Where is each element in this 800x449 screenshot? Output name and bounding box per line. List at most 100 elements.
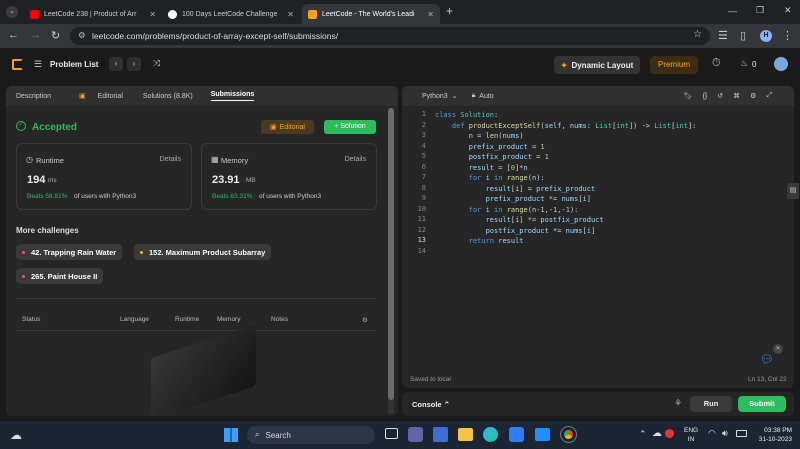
extensions-icon[interactable]: ☰ bbox=[718, 29, 728, 42]
challenge-chip[interactable]: 42. Trapping Rain Water bbox=[16, 244, 123, 260]
chevron-down-icon[interactable]: ⌄ bbox=[452, 92, 458, 100]
taskbar-search[interactable]: ⌕ Search bbox=[247, 426, 375, 444]
edge-icon[interactable] bbox=[483, 427, 498, 442]
minimize-icon[interactable]: — bbox=[728, 6, 737, 16]
chevron-up-icon: ⌃ bbox=[443, 400, 450, 409]
clock-date: 31-10-2023 bbox=[758, 436, 792, 443]
challenge-label: 152. Maximum Product Subarray bbox=[149, 247, 266, 257]
tab-title: 100 Days LeetCode Challenge bbox=[182, 10, 278, 18]
close-icon[interactable]: ✕ bbox=[287, 10, 294, 19]
console-toggle[interactable]: Console ⌃ bbox=[412, 400, 450, 409]
lang-bottom: IN bbox=[687, 436, 695, 443]
url-field[interactable]: ⚙ leetcode.com/problems/product-of-array… bbox=[70, 27, 710, 45]
line-number: 3 bbox=[421, 131, 426, 139]
start-icon[interactable] bbox=[224, 428, 238, 442]
settings-icon[interactable]: ⚙ bbox=[750, 92, 756, 100]
memory-card[interactable]: ▦ Memory Details 23.91 MB Beats 63.31% o… bbox=[201, 143, 377, 210]
browser-tab-leetcode[interactable]: LeetCode - The World's Leadi ✕ bbox=[302, 4, 440, 24]
scrollbar-thumb[interactable] bbox=[388, 108, 394, 400]
browser-tab-youtube[interactable]: LeetCode 238 | Product of Arr ✕ bbox=[24, 4, 162, 24]
close-icon[interactable]: ✕ bbox=[149, 10, 156, 19]
tray-chevron-icon[interactable]: ⌃ bbox=[639, 429, 647, 440]
timer-icon[interactable]: ⏱ bbox=[712, 57, 721, 70]
problem-list-link[interactable]: Problem List bbox=[50, 60, 98, 69]
new-tab-button[interactable]: + bbox=[446, 4, 453, 18]
code-editor[interactable]: class Solution: def productExceptSelf(se… bbox=[435, 110, 696, 247]
close-chat-icon[interactable]: ✕ bbox=[773, 344, 783, 354]
notes-side-icon[interactable]: ▤ bbox=[787, 183, 799, 199]
tab-solutions[interactable]: Solutions (8.8K) bbox=[143, 93, 193, 100]
profile-avatar[interactable]: H bbox=[760, 30, 772, 42]
chrome-icon[interactable] bbox=[560, 426, 577, 443]
challenge-chip[interactable]: 265. Paint House II bbox=[16, 268, 104, 284]
tab-description[interactable]: Description bbox=[16, 93, 51, 100]
console-label: Console bbox=[412, 400, 442, 409]
reload-icon[interactable]: ↻ bbox=[51, 29, 60, 42]
runtime-card[interactable]: ◷ Runtime Details 194 ms Beats 58.81% of… bbox=[16, 143, 192, 210]
close-window-icon[interactable]: ✕ bbox=[784, 5, 792, 16]
bookmark-star-icon[interactable]: ☆ bbox=[693, 29, 702, 40]
editorial-button[interactable]: ▣ Editorial bbox=[261, 120, 314, 134]
battery-icon[interactable] bbox=[736, 430, 747, 437]
tab-submissions[interactable]: Submissions bbox=[210, 91, 255, 101]
book-icon: ▣ bbox=[270, 124, 277, 131]
leetcode-logo-icon[interactable] bbox=[12, 59, 23, 70]
menu-icon[interactable]: ⋮ bbox=[782, 29, 793, 42]
wifi-icon[interactable]: ◠ bbox=[708, 428, 716, 439]
side-panel-icon[interactable]: ▯ bbox=[740, 29, 746, 42]
scrollbar[interactable] bbox=[388, 108, 394, 414]
next-problem-button[interactable]: › bbox=[127, 57, 141, 71]
browser-tab-challenge[interactable]: 100 Days LeetCode Challenge ✕ bbox=[162, 4, 300, 24]
reset-icon[interactable]: ↺ bbox=[717, 92, 723, 100]
solution-button[interactable]: + Solution bbox=[324, 120, 376, 134]
runtime-beats-suffix: of users with Python3 bbox=[74, 193, 137, 200]
prev-problem-button[interactable]: ‹ bbox=[109, 57, 123, 71]
volume-icon[interactable]: 🔊︎ bbox=[722, 428, 728, 439]
site-info-icon[interactable]: ⚙ bbox=[78, 30, 86, 41]
folder-icon[interactable] bbox=[458, 428, 473, 441]
tray-app-icon[interactable] bbox=[665, 429, 674, 438]
memory-details-link[interactable]: Details bbox=[345, 156, 366, 163]
challenge-chip[interactable]: 152. Maximum Product Subarray bbox=[134, 244, 272, 260]
braces-icon[interactable]: {} bbox=[703, 93, 708, 100]
problem-tabs: Description ▣ Editorial Solutions (8.8K)… bbox=[6, 86, 398, 106]
col-language[interactable]: Language bbox=[120, 316, 149, 323]
explorer-icon[interactable] bbox=[433, 427, 448, 442]
settings-icon[interactable]: ⚙ bbox=[362, 316, 368, 324]
debug-icon[interactable]: ⚘ bbox=[674, 398, 682, 409]
teams-icon[interactable] bbox=[408, 427, 423, 442]
bookmark-icon[interactable]: 🔖︎ bbox=[684, 92, 693, 100]
dynamic-layout-button[interactable]: ✦ Dynamic Layout bbox=[554, 56, 640, 74]
submit-button[interactable]: Submit bbox=[738, 396, 786, 412]
taskview-icon[interactable] bbox=[385, 428, 398, 439]
challenge-label: 42. Trapping Rain Water bbox=[31, 247, 117, 257]
forward-icon[interactable]: → bbox=[30, 29, 41, 41]
clock-time: 03:38 PM bbox=[764, 427, 792, 434]
console-panel: Console ⌃ ⚘ Run Submit bbox=[402, 392, 794, 416]
back-icon[interactable]: ← bbox=[8, 29, 19, 41]
chat-icon[interactable]: 💬︎ bbox=[760, 353, 774, 366]
restore-icon[interactable]: ❐ bbox=[756, 5, 764, 16]
onedrive-icon[interactable]: ☁ bbox=[652, 428, 662, 439]
line-number: 13 bbox=[417, 236, 426, 244]
app-icon[interactable] bbox=[509, 427, 524, 442]
user-avatar[interactable] bbox=[774, 57, 788, 71]
weather-icon[interactable]: ☁ bbox=[10, 428, 22, 442]
shortcut-icon[interactable]: ⌘ bbox=[733, 92, 740, 100]
divider bbox=[16, 298, 376, 299]
language-indicator[interactable]: ENG IN bbox=[684, 426, 698, 444]
tab-editorial[interactable]: ▣ Editorial bbox=[69, 92, 123, 100]
url-text: leetcode.com/problems/product-of-array-e… bbox=[92, 31, 339, 41]
col-status[interactable]: Status bbox=[22, 316, 40, 323]
run-button[interactable]: Run bbox=[690, 396, 732, 412]
close-icon[interactable]: ✕ bbox=[427, 10, 434, 19]
clock[interactable]: 03:38 PM 31-10-2023 bbox=[752, 426, 792, 444]
mail-icon[interactable] bbox=[535, 428, 550, 441]
fullscreen-icon[interactable]: ⤢ bbox=[766, 92, 772, 100]
shuffle-icon[interactable]: ⤨ bbox=[153, 58, 160, 69]
language-select[interactable]: Python3 bbox=[422, 93, 448, 100]
runtime-details-link[interactable]: Details bbox=[160, 156, 181, 163]
mode-label[interactable]: Auto bbox=[479, 93, 493, 100]
premium-button[interactable]: Premium bbox=[650, 56, 698, 74]
tab-search-icon[interactable]: ⌄ bbox=[6, 6, 18, 18]
